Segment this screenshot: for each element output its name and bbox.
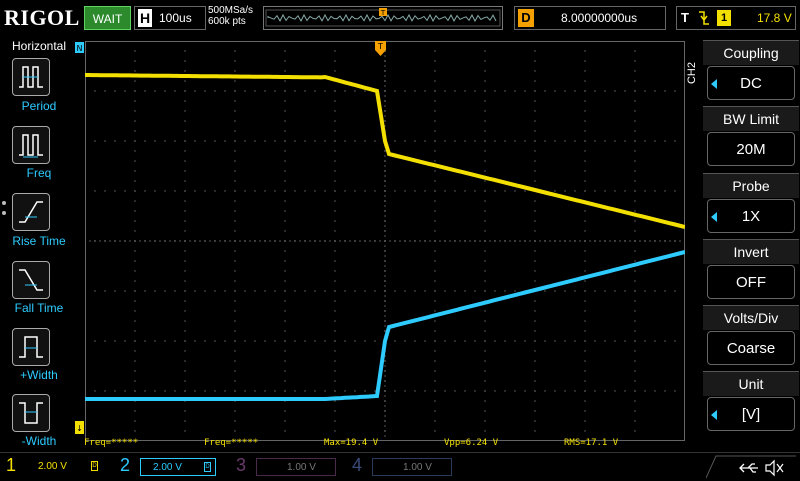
coupling-title: Coupling	[703, 40, 799, 65]
ch3-scale: 1.00 V	[287, 462, 316, 473]
ch2-scale-box[interactable]: 2.00 V D	[140, 458, 216, 476]
ch4-scale-box[interactable]: 1.00 V	[372, 458, 452, 476]
sample-rate-info: 500MSa/s 600k pts	[208, 5, 253, 27]
negative-width-button[interactable]	[12, 394, 50, 432]
unit-title: Unit	[703, 371, 799, 396]
bw-limit-title: BW Limit	[703, 106, 799, 131]
timebase-box[interactable]: H 100us	[134, 6, 206, 30]
ch2-scale: 2.00 V	[153, 462, 182, 473]
fall-time-icon	[19, 269, 43, 291]
svg-text:↓: ↓	[76, 424, 83, 433]
bw-limit-value: 20M	[707, 132, 795, 166]
falling-edge-icon	[697, 9, 711, 30]
svg-text:N: N	[77, 44, 83, 53]
frequency-button[interactable]	[12, 126, 50, 164]
probe-value: 1X	[707, 199, 795, 233]
trigger-box[interactable]: T 1 17.8 V	[676, 6, 796, 30]
ch1-coupling-icon: D	[91, 461, 98, 471]
timebase-value: 100us	[159, 11, 192, 25]
usb-icon	[739, 463, 758, 473]
measurement-max: Max=19.4 V	[324, 438, 379, 448]
memory-depth: 600k pts	[208, 16, 246, 27]
channel-tag: CH2	[686, 62, 698, 85]
invert-softkey[interactable]: Invert OFF	[703, 239, 799, 303]
delay-letter: D	[518, 9, 534, 27]
fall-time-label: Fall Time	[14, 301, 64, 315]
period-icon	[19, 66, 43, 88]
ch3-number[interactable]: 3	[236, 455, 246, 476]
trigger-position-marker[interactable]: T	[375, 41, 387, 57]
invert-title: Invert	[703, 239, 799, 264]
ch1-offset-marker[interactable]: ↓	[75, 421, 85, 435]
delay-value: 8.00000000us	[561, 11, 638, 25]
ch3-scale-box[interactable]: 1.00 V	[256, 458, 336, 476]
measurement-vpp: Vpp=6.24 V	[444, 438, 499, 448]
measurement-rms: RMS=17.1 V	[564, 438, 619, 448]
menu-title: Horizontal	[11, 39, 67, 53]
ch4-number[interactable]: 4	[352, 455, 362, 476]
status-icons	[706, 455, 796, 479]
invert-value: OFF	[707, 265, 795, 299]
horizontal-letter: H	[138, 9, 152, 27]
page-indicator-dot	[2, 211, 6, 215]
negative-width-icon	[19, 402, 43, 424]
top-status-bar: RIGOL WAIT H 100us 500MSa/s 600k pts T D…	[0, 0, 800, 36]
trigger-letter: T	[681, 10, 689, 25]
ch4-scale: 1.00 V	[403, 462, 432, 473]
measurement-freq-1: Freq=*****	[84, 438, 139, 448]
negative-width-label: -Width	[21, 434, 57, 448]
bw-limit-softkey[interactable]: BW Limit 20M	[703, 106, 799, 170]
svg-text:T: T	[380, 9, 386, 17]
probe-title: Probe	[703, 173, 799, 198]
fall-time-button[interactable]	[12, 261, 50, 299]
page-indicator-dot	[2, 201, 6, 205]
rise-time-label: Rise Time	[12, 234, 66, 248]
volts-div-value: Coarse	[707, 331, 795, 365]
probe-softkey[interactable]: Probe 1X	[703, 173, 799, 237]
trigger-source: 1	[717, 10, 731, 26]
unit-value: [V]	[707, 397, 795, 431]
speaker-muted-icon	[765, 459, 784, 477]
coupling-value: DC	[707, 66, 795, 100]
positive-width-icon	[19, 336, 43, 358]
ch1-number[interactable]: 1	[6, 455, 16, 476]
frequency-label: Freq	[26, 166, 52, 180]
sample-rate: 500MSa/s	[208, 5, 254, 16]
channel-status-bar: 1 2.00 V D 2 2.00 V D 3 1.00 V 4 1.00 V	[0, 452, 800, 481]
positive-width-button[interactable]	[12, 328, 50, 366]
memory-waveform-overview: T	[265, 8, 501, 27]
ch1-zero-marker[interactable]: N	[75, 42, 85, 54]
coupling-arrow-icon	[711, 79, 717, 89]
measurement-freq-2: Freq=*****	[204, 438, 259, 448]
frequency-icon	[19, 134, 43, 158]
ch2-coupling-icon: D	[204, 462, 211, 472]
unit-arrow-icon	[711, 410, 717, 420]
measure-menu: Horizontal Period Freq Rise Time Fall Ti…	[0, 36, 78, 450]
probe-arrow-icon	[711, 212, 717, 222]
memory-timeline[interactable]: T	[263, 6, 503, 30]
channel-menu: Coupling DC BW Limit 20M Probe 1X Invert…	[703, 36, 800, 450]
waveform-display[interactable]	[85, 41, 685, 441]
ch1-scale: 2.00 V	[38, 461, 67, 472]
positive-width-label: +Width	[20, 368, 58, 382]
ch1-scale-box[interactable]: 2.00 V D	[26, 458, 102, 476]
run-status-badge[interactable]: WAIT	[84, 6, 131, 30]
coupling-softkey[interactable]: Coupling DC	[703, 40, 799, 104]
rise-time-button[interactable]	[12, 193, 50, 231]
volts-div-title: Volts/Div	[703, 305, 799, 330]
measurement-bar: Freq=***** Freq=***** Max=19.4 V Vpp=6.2…	[80, 436, 685, 450]
rise-time-icon	[19, 201, 43, 223]
timeline-trigger-marker: T	[379, 8, 387, 17]
delay-box[interactable]: D 8.00000000us	[514, 6, 666, 30]
period-button[interactable]	[12, 58, 50, 96]
period-label: Period	[21, 99, 57, 113]
unit-softkey[interactable]: Unit [V]	[703, 371, 799, 435]
ch2-number[interactable]: 2	[120, 455, 130, 476]
volts-div-softkey[interactable]: Volts/Div Coarse	[703, 305, 799, 369]
svg-text:T: T	[377, 42, 383, 51]
trigger-level: 17.8 V	[757, 11, 792, 25]
rigol-logo: RIGOL	[4, 5, 80, 30]
